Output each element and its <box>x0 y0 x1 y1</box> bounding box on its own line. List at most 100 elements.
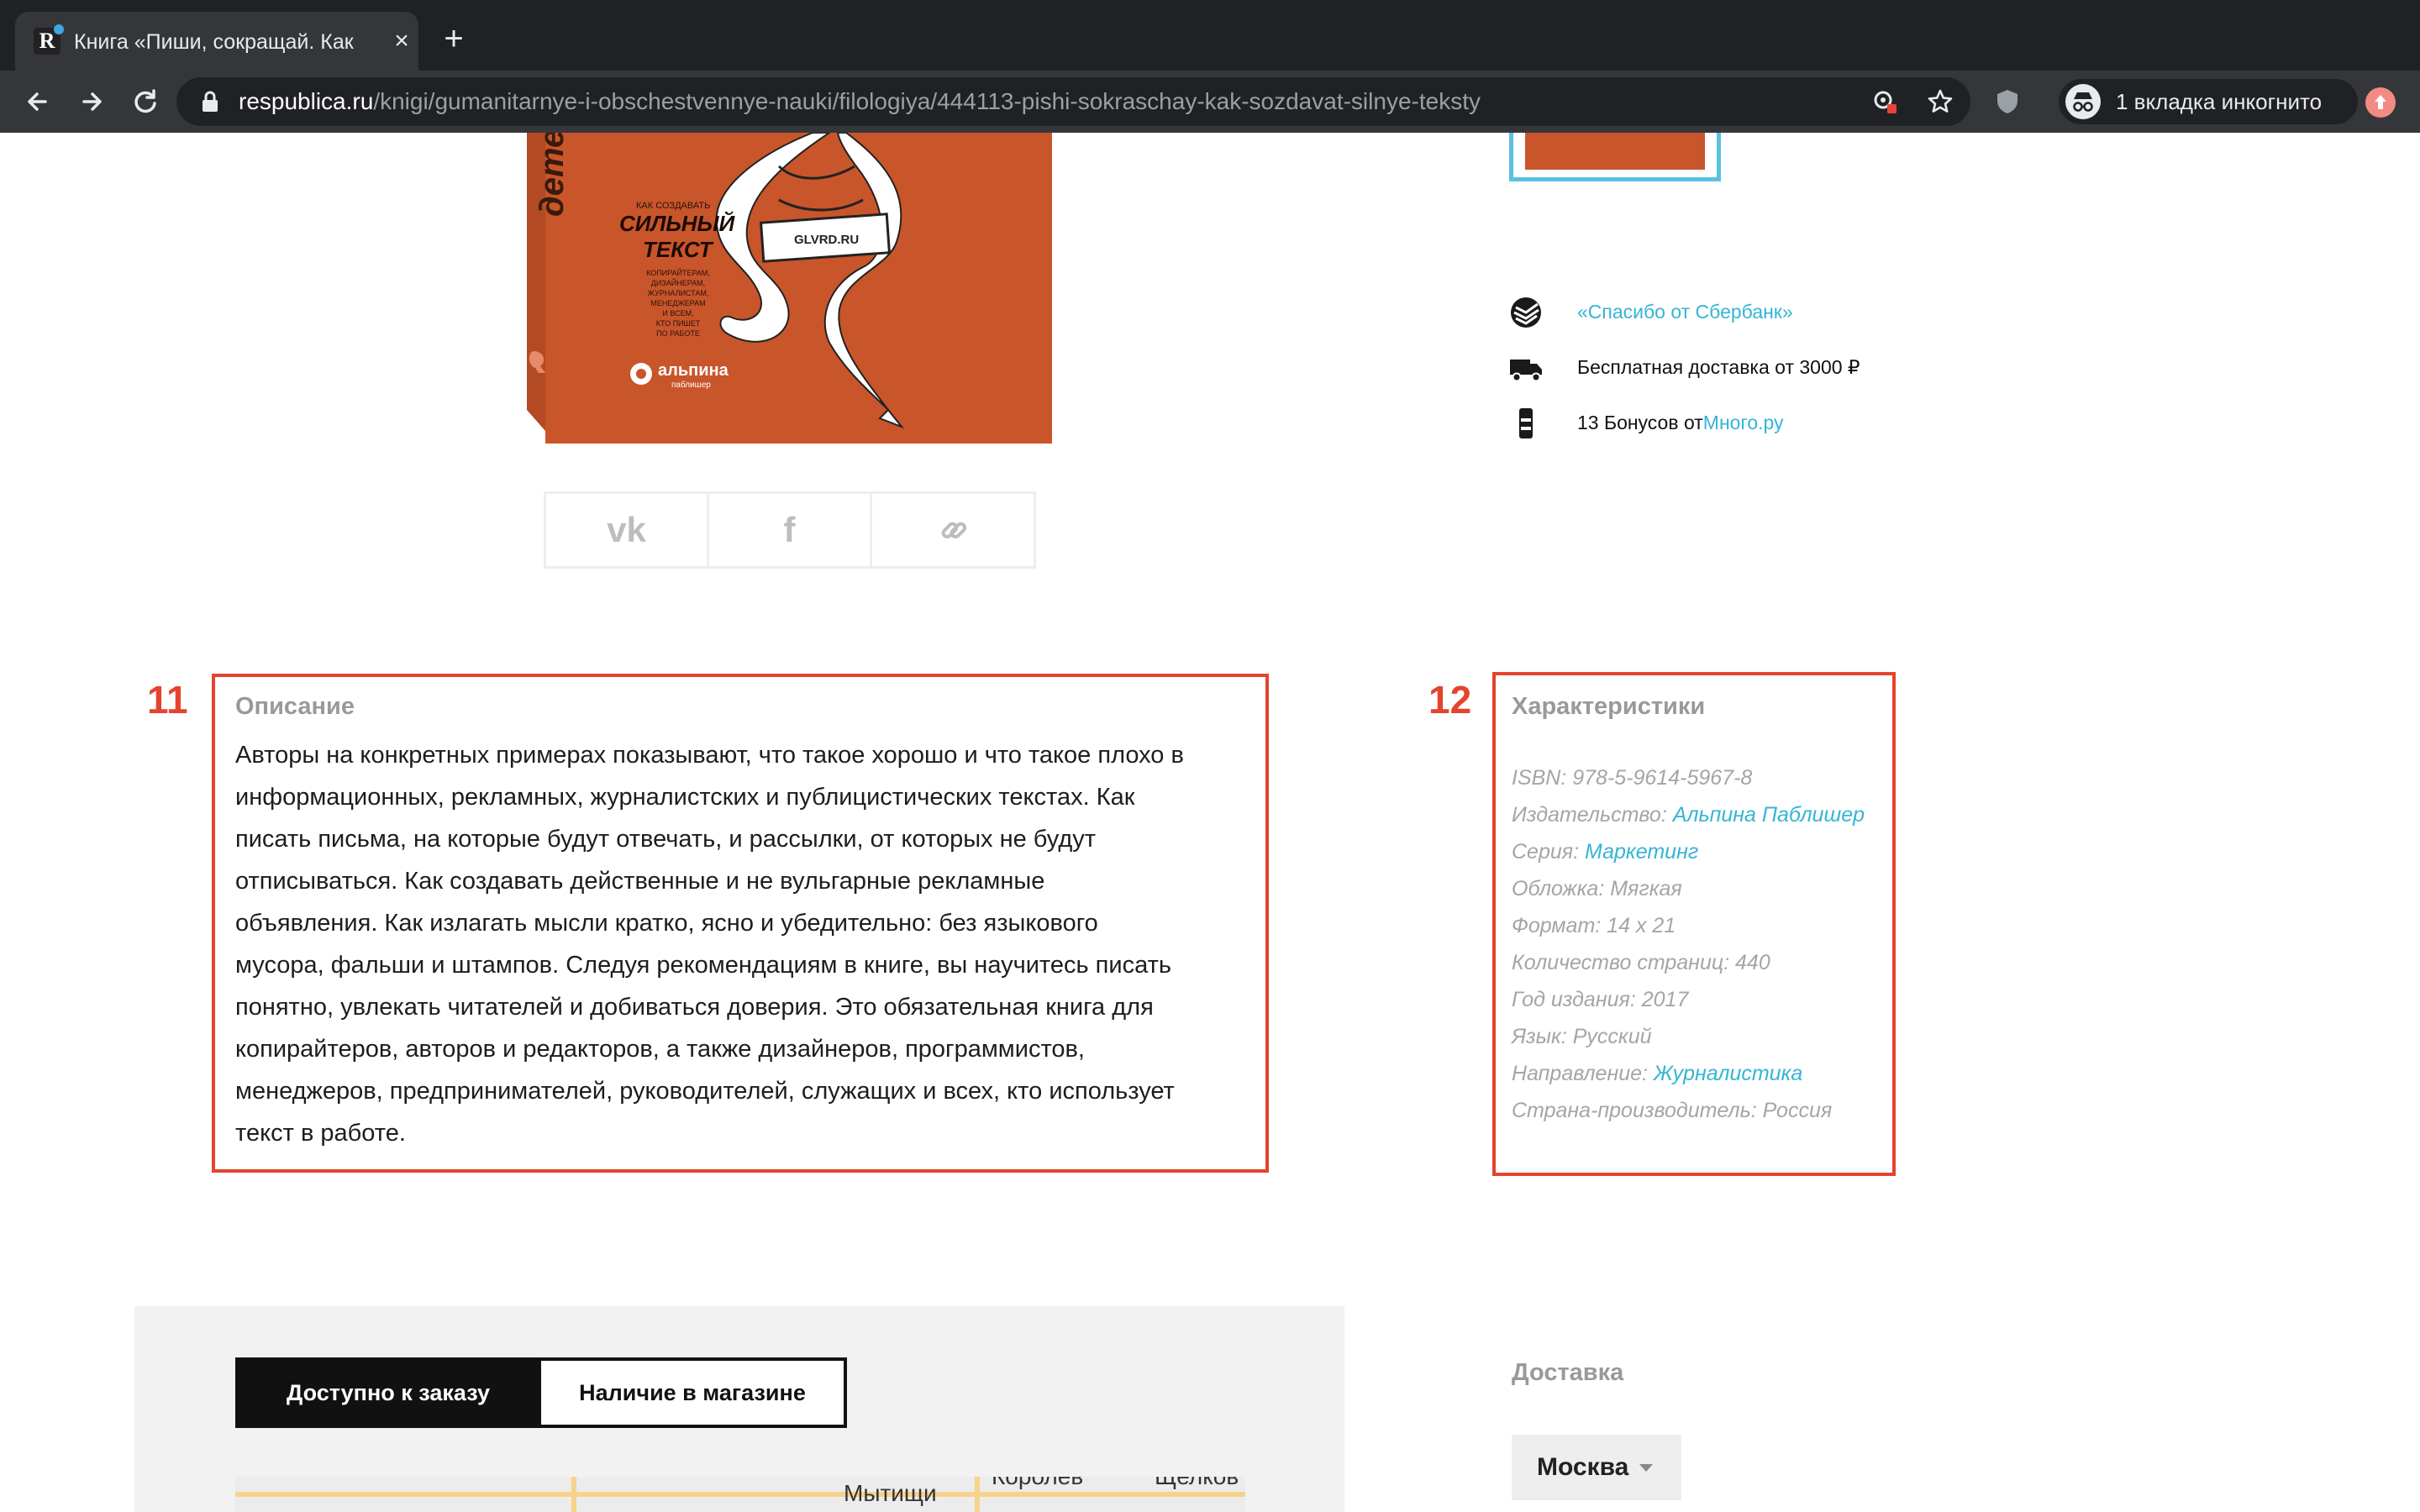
annotation-marker-12: 12 <box>1428 678 1472 722</box>
city-select-value: Москва <box>1537 1453 1629 1481</box>
spec-publisher-link[interactable]: Альпина Паблишер <box>1673 803 1865 827</box>
book-cover-image[interactable]: детерд GLVRD.RU КАК СОЗДАВАТЬ СИЛЬНЫЙ ТЕ… <box>527 133 1052 444</box>
description-line: информационных, рекламных, журналистских… <box>235 784 1135 811</box>
incognito-indicator[interactable]: 1 вкладка инкогнито <box>2059 79 2358 124</box>
browser-tab-bar: R Книга «Пиши, сокращай. Как × + <box>0 0 2420 71</box>
reload-icon[interactable] <box>128 84 163 119</box>
url-host: respublica.ru <box>239 88 374 114</box>
specs-title: Характеристики <box>1512 693 1706 720</box>
description-line: понятно, увлекать читателей и добиваться… <box>235 994 1154 1021</box>
thumbnail-image <box>1525 133 1705 170</box>
spec-pages: Количество страниц: 440 <box>1512 951 1770 974</box>
truck-icon <box>1510 360 1542 382</box>
description-line: Авторы на конкретных примерах показывают… <box>235 742 1184 769</box>
link-icon <box>941 522 967 539</box>
spec-year: Год издания: 2017 <box>1512 988 1689 1011</box>
new-tab-icon[interactable]: + <box>437 22 471 55</box>
favicon-letter: R <box>39 29 55 53</box>
spec-publisher-label: Издательство: <box>1512 803 1673 827</box>
browser-toolbar: respublica.ru/knigi/gumanitarnye-i-obsch… <box>0 71 2420 133</box>
bookmark-star-icon[interactable] <box>1926 87 1954 116</box>
delivery-text: Бесплатная доставка от 3000 ₽ <box>1577 356 1860 378</box>
description-line: менеджеров, предпринимателей, руководите… <box>235 1078 1175 1105</box>
site-favicon-icon: R <box>34 24 64 55</box>
spec-series-label: Серия: <box>1512 840 1586 864</box>
forward-arrow-icon[interactable] <box>74 84 109 119</box>
chevron-down-icon <box>1639 1464 1653 1472</box>
spec-language: Язык: Русский <box>1512 1025 1652 1048</box>
spec-cover: Обложка: Мягкая <box>1512 877 1682 900</box>
browser-tab[interactable]: R Книга «Пиши, сокращай. Как × <box>15 12 418 71</box>
facebook-icon: f <box>783 510 796 549</box>
description-line: писать письма, на которые будут отвечать… <box>235 826 1097 853</box>
cover-subtitle-line: И ВСЕМ, <box>662 309 693 318</box>
delivery-title: Доставка <box>1512 1359 1624 1386</box>
mnogo-bonus-icon <box>1519 408 1533 438</box>
share-facebook-button[interactable]: f <box>709 494 872 566</box>
cover-subtitle-line: КТО ПИШЕТ <box>656 319 701 328</box>
vk-icon: vk <box>607 510 646 549</box>
description-line: отписываться. Как создавать действенные … <box>235 868 1045 895</box>
url-text[interactable]: respublica.ru/knigi/gumanitarnye-i-obsch… <box>239 87 1481 116</box>
url-path: /knigi/gumanitarnye-i-obschestvennye-nau… <box>373 88 1481 114</box>
description-title: Описание <box>235 693 355 720</box>
cover-title-line2: ТЕКСТ <box>643 237 714 262</box>
cover-title-line1: СИЛЬНЫЙ <box>619 211 736 236</box>
back-arrow-icon[interactable] <box>20 84 55 119</box>
spec-direction-link[interactable]: Журналистика <box>1654 1062 1802 1085</box>
spec-direction-label: Направление: <box>1512 1062 1654 1085</box>
map-road <box>235 1492 1245 1497</box>
cover-subtitle-line: ЖУРНАЛИСТАМ, <box>648 289 709 297</box>
sberbank-link[interactable]: «Спасибо от Сбербанк» <box>1577 299 1793 324</box>
cover-subtitle-line: ДИЗАЙНЕРАМ, <box>651 278 705 287</box>
lock-icon[interactable] <box>200 91 220 113</box>
cover-thumbnail[interactable] <box>1509 133 1721 181</box>
extension-shield-icon[interactable] <box>1993 87 2022 116</box>
annotation-marker-11: 11 <box>147 678 188 722</box>
map-road <box>975 1477 980 1512</box>
sberbank-icon <box>1511 297 1541 328</box>
store-map[interactable]: Королев Мытищи Щелков <box>235 1477 1245 1512</box>
map-label: Мытищи <box>844 1480 937 1506</box>
spec-series-link[interactable]: Маркетинг <box>1585 840 1698 864</box>
spec-country: Страна-производитель: Россия <box>1512 1099 1833 1122</box>
description-text: Авторы на конкретных примерах показывают… <box>235 734 1244 1154</box>
bonus-prefix: 13 Бонусов от <box>1577 412 1703 433</box>
address-bar[interactable]: respublica.ru/knigi/gumanitarnye-i-obsch… <box>176 77 1970 126</box>
spec-isbn: ISBN: 978-5-9614-5967-8 <box>1512 766 1753 790</box>
cover-subtitle-line: МЕНЕДЖЕРАМ <box>650 299 705 307</box>
tab-close-icon[interactable]: × <box>390 29 413 54</box>
bonus-text: 13 Бонусов отМного.ру <box>1577 410 1784 435</box>
tracking-blocked-icon[interactable] <box>1870 87 1899 116</box>
share-link-button[interactable] <box>872 494 1035 566</box>
cover-subtitle-line: ПО РАБОТЕ <box>656 329 700 338</box>
cover-spine-text: детерд <box>534 133 571 217</box>
cover-publisher-line2: паблишер <box>671 380 711 390</box>
cover-small-title: КАК СОЗДАВАТЬ <box>636 201 710 211</box>
city-select[interactable]: Москва <box>1512 1435 1681 1500</box>
map-label: Королев <box>992 1477 1083 1490</box>
cover-publisher-line1: альпина <box>658 361 729 380</box>
map-road <box>571 1477 576 1512</box>
spec-publisher: Издательство: Альпина Паблишер <box>1512 802 1865 827</box>
cover-sign-text: GLVRD.RU <box>794 233 859 247</box>
incognito-avatar-icon <box>2065 84 2101 119</box>
favicon-dot <box>54 24 64 34</box>
description-line: копирайтеров, авторов и редакторов, а та… <box>235 1036 1085 1063</box>
incognito-label: 1 вкладка инкогнито <box>2116 89 2323 114</box>
tab-store-availability[interactable]: Наличие в магазине <box>538 1357 847 1428</box>
cover-subtitle-line: КОПИРАЙТЕРАМ, <box>646 268 710 277</box>
spec-format: Формат: 14 x 21 <box>1512 914 1676 937</box>
description-line: мусора, фальши и штампов. Следуя рекомен… <box>235 952 1171 979</box>
spec-series: Серия: Маркетинг <box>1512 839 1698 864</box>
mnogo-link[interactable]: Много.ру <box>1703 412 1784 433</box>
update-menu-icon[interactable] <box>2365 87 2396 118</box>
spec-direction: Направление: Журналистика <box>1512 1061 1802 1086</box>
description-line: текст в работе. <box>235 1120 406 1147</box>
tab-available-to-order[interactable]: Доступно к заказу <box>235 1357 541 1428</box>
share-vk-button[interactable]: vk <box>546 494 709 566</box>
tab-title: Книга «Пиши, сокращай. Как <box>74 30 354 54</box>
description-line: объявления. Как излагать мысли кратко, я… <box>235 910 1098 937</box>
share-bar: vk f <box>544 491 1036 569</box>
map-label: Щелков <box>1155 1477 1239 1490</box>
